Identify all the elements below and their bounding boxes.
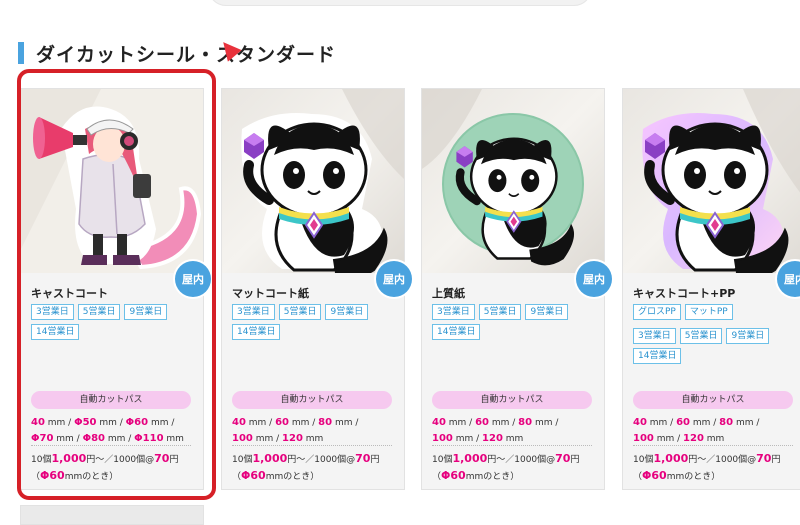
tag-9-days: 9営業日 [325,304,369,320]
product-card-matte-coat[interactable]: 屋内 マットコート紙 3営業日 5営業日 9営業日 14営業日 自動カットパス … [221,88,412,490]
indoor-badge: 屋内 [376,261,412,297]
product-name[interactable]: 上質紙 [432,285,465,301]
product-card-cast-coat-pp[interactable]: 屋内 キャストコート+PP グロスPP マットPP 3営業日 5営業日 9営業日… [622,88,800,490]
auto-cut-path-label: 自動カットパス [633,391,793,409]
product-image[interactable] [222,89,404,273]
price-info: 10個1,000円〜／1000個@70円 （Φ60mmのとき） [633,452,781,482]
price-info: 10個1,000円〜／1000個@70円 （Φ60mmのとき） [31,452,179,482]
tag-3-days: 3営業日 [232,304,275,320]
tag-14-days: 14営業日 [432,324,481,340]
tag-5-days: 5営業日 [679,328,723,344]
turnaround-tags: グロスPP マットPP 3営業日 5営業日 9営業日 14営業日 [633,304,800,364]
product-card-cast-coat[interactable]: 屋内 キャストコート 3営業日 5営業日 9営業日 14営業日 自動カットパス … [20,88,211,490]
auto-cut-path-label: 自動カットパス [232,391,392,409]
section-header: ダイカットシール・スタンダード [18,40,336,66]
section-accent-bar [18,42,24,64]
size-list: 40 mm / 60 mm / 80 mm / 100 mm / 120 mm [633,415,800,447]
divider [31,445,191,446]
product-image[interactable] [422,89,604,273]
tag-gloss-pp: グロスPP [633,304,681,320]
indoor-badge: 屋内 [175,261,211,297]
size-list: 40 mm / Φ50 mm / Φ60 mm / Φ70 mm / Φ80 m… [31,415,199,447]
tag-3-days: 3営業日 [432,304,475,320]
tag-14-days: 14営業日 [633,348,682,364]
product-name[interactable]: キャストコート [31,285,108,301]
product-card-woodfree-paper[interactable]: 屋内 上質紙 3営業日 5営業日 9営業日 14営業日 自動カットパス 40 m… [421,88,612,490]
tag-14-days: 14営業日 [31,324,80,340]
indoor-badge: 屋内 [777,261,800,297]
tag-9-days: 9営業日 [525,304,569,320]
tag-9-days: 9営業日 [726,328,770,344]
turnaround-tags: 3営業日 5営業日 9営業日 14営業日 [31,304,201,340]
tag-5-days: 5営業日 [278,304,322,320]
size-line: 40 mm / Φ50 mm / Φ60 mm / [31,417,175,428]
tag-9-days: 9営業日 [124,304,168,320]
tag-5-days: 5営業日 [77,304,121,320]
tag-3-days: 3営業日 [633,328,676,344]
turnaround-tags: 3営業日 5営業日 9営業日 14営業日 [232,304,402,340]
size-line: 40 mm / 60 mm / 80 mm / [633,417,760,428]
auto-cut-path-label: 自動カットパス [31,391,191,409]
turnaround-tags: 3営業日 5営業日 9営業日 14営業日 [432,304,602,340]
search-bar[interactable] [208,0,592,6]
size-line: 40 mm / 60 mm / 80 mm / [232,417,359,428]
tag-matte-pp: マットPP [684,304,733,320]
divider [232,445,392,446]
product-image[interactable] [21,89,203,273]
price-info: 10個1,000円〜／1000個@70円 （Φ60mmのとき） [432,452,580,482]
size-line: 40 mm / 60 mm / 80 mm / [432,417,559,428]
size-list: 40 mm / 60 mm / 80 mm / 100 mm / 120 mm [432,415,600,447]
product-name[interactable]: マットコート紙 [232,285,309,301]
size-list: 40 mm / 60 mm / 80 mm / 100 mm / 120 mm [232,415,400,447]
divider [633,445,793,446]
indoor-badge: 屋内 [576,261,612,297]
divider [432,445,592,446]
product-image[interactable] [623,89,800,273]
price-info: 10個1,000円〜／1000個@70円 （Φ60mmのとき） [232,452,380,482]
product-name[interactable]: キャストコート+PP [633,285,735,301]
next-row-card[interactable] [20,505,204,525]
auto-cut-path-label: 自動カットパス [432,391,592,409]
tag-5-days: 5営業日 [478,304,522,320]
tag-14-days: 14営業日 [232,324,281,340]
section-title: ダイカットシール・スタンダード [36,43,337,66]
tag-3-days: 3営業日 [31,304,74,320]
